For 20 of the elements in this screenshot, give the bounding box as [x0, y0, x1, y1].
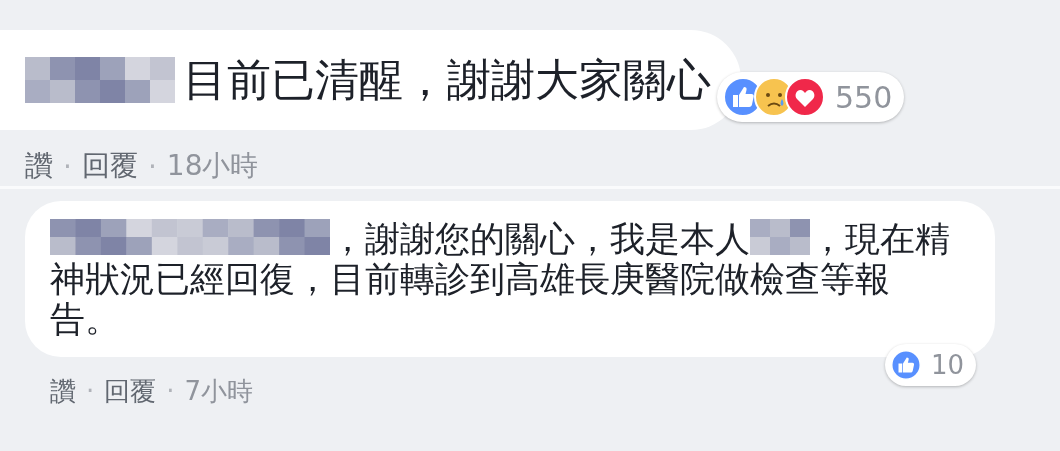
redacted-name	[750, 219, 810, 255]
thumbs-up-icon	[891, 350, 921, 380]
separator-dot: ·	[147, 149, 157, 183]
action-link[interactable]: 回覆	[104, 373, 157, 409]
comment-text: 目前已清醒，謝謝大家關心	[183, 52, 711, 107]
reactions-badge[interactable]: 10	[885, 344, 977, 386]
comment-text: 神狀況已經回復，目前轉診到高雄長庚醫院做檢查等報告。	[50, 259, 891, 339]
reactions-badge[interactable]: 550	[717, 72, 905, 122]
action-link[interactable]: 回覆	[81, 147, 138, 185]
comment-text: ，謝謝您的關心，我是本人	[330, 219, 750, 259]
timestamp[interactable]: 18小時	[166, 147, 259, 185]
comment-text: ，現在精	[810, 219, 950, 259]
timestamp[interactable]: 7小時	[184, 373, 254, 409]
action-link[interactable]: 讚	[50, 373, 76, 409]
action-link[interactable]: 讚	[25, 147, 53, 185]
separator-dot: ·	[166, 376, 175, 406]
reaction-count: 550	[835, 79, 893, 115]
reaction-count: 10	[931, 349, 965, 382]
separator-dot: ·	[86, 376, 95, 406]
separator-dot: ·	[63, 149, 72, 183]
